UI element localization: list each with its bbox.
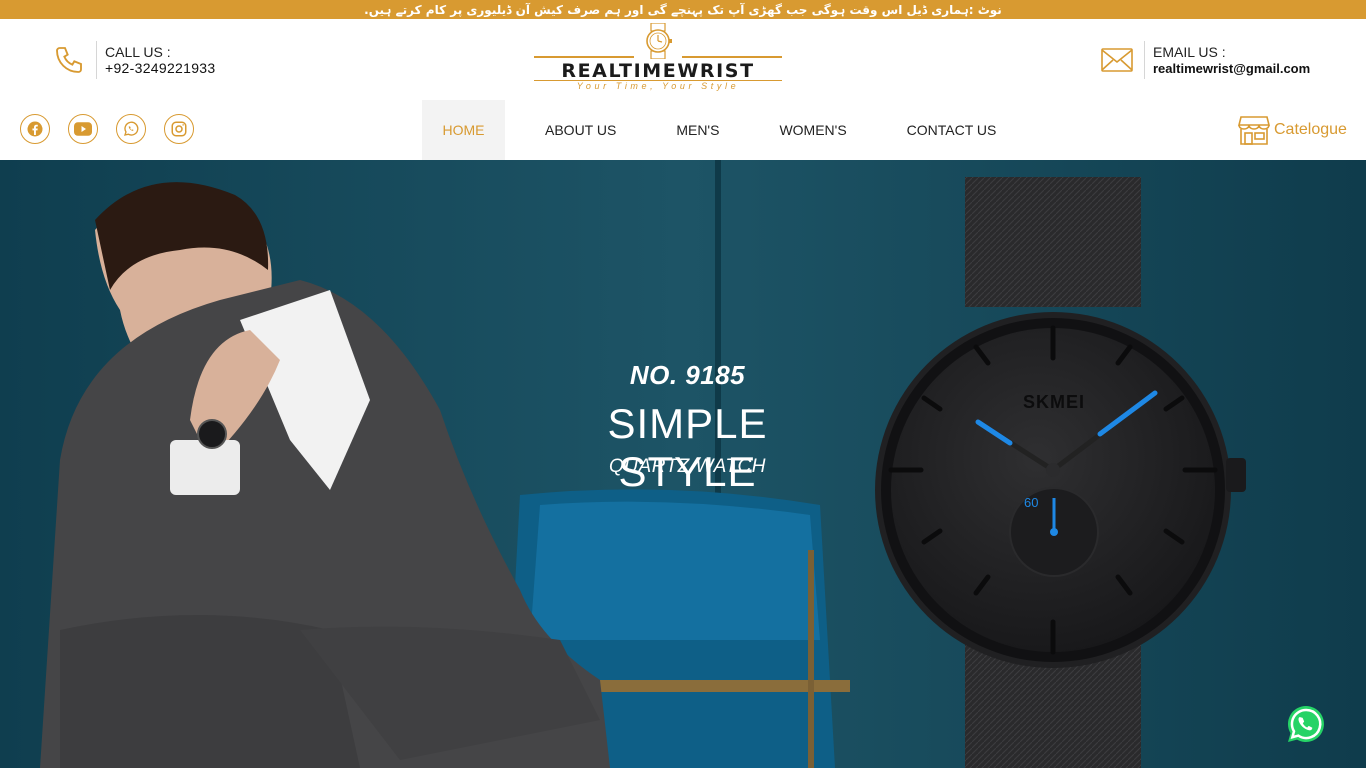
logo-watch-icon (646, 23, 672, 59)
call-us-label: CALL US : (105, 43, 171, 60)
nav-contact-us[interactable]: CONTACT US (907, 100, 997, 160)
notice-text: نوٹ :ہماری ڈیل اس وقت ہوگی جب گھڑی آپ تک… (364, 3, 1002, 17)
youtube-icon (74, 122, 92, 136)
whatsapp-float-button[interactable] (1284, 702, 1328, 746)
notice-bar: نوٹ :ہماری ڈیل اس وقت ہوگی جب گھڑی آپ تک… (0, 0, 1366, 19)
facebook-icon (27, 121, 43, 137)
hero-banner[interactable]: SKMEI 60 NO. 9185 SIMPLE STYLE QUARTZ WA… (0, 160, 1366, 768)
hero-subline: QUARTZ WATCH (609, 456, 766, 477)
main-navbar: HOME ABOUT US MEN'S WOMEN'S CONTACT US C… (0, 100, 1366, 160)
whatsapp-float-icon (1287, 706, 1324, 742)
logo-tagline: Your Time, Your Style (576, 81, 740, 91)
subdial-label: 60 (1024, 495, 1039, 510)
whatsapp-icon (123, 121, 139, 136)
facebook-link[interactable] (20, 114, 50, 144)
nav-home[interactable]: HOME (422, 100, 505, 160)
divider (96, 41, 97, 79)
phone-icon (50, 41, 88, 79)
hero-model-number: NO. 9185 (629, 360, 746, 390)
nav-mens[interactable]: MEN'S (676, 100, 719, 160)
instagram-link[interactable] (164, 114, 194, 144)
top-header: CALL US : +92-3249221933 REALTIMEWRIST Y… (0, 19, 1366, 101)
whatsapp-link[interactable] (116, 114, 146, 144)
watch-brand-mark: SKMEI (1022, 392, 1085, 412)
logo-rule-left (534, 56, 634, 58)
logo-rule-right (682, 56, 782, 58)
catalogue-link[interactable]: Catelogue (1238, 114, 1347, 146)
store-icon (1238, 116, 1270, 145)
hero-headline: SIMPLE STYLE (607, 400, 768, 495)
divider (1144, 41, 1145, 79)
call-us-block[interactable]: CALL US : +92-3249221933 (50, 41, 215, 79)
instagram-icon (171, 121, 187, 137)
email-us-block[interactable]: EMAIL US : realtimewrist@gmail.com (1098, 41, 1310, 79)
email-us-label: EMAIL US : (1153, 43, 1226, 60)
main-menu: HOME ABOUT US MEN'S WOMEN'S CONTACT US (422, 100, 996, 160)
nav-about-us[interactable]: ABOUT US (545, 100, 616, 160)
youtube-link[interactable] (68, 114, 98, 144)
nav-womens[interactable]: WOMEN'S (779, 100, 846, 160)
site-logo[interactable]: REALTIMEWRIST Your Time, Your Style (530, 23, 786, 95)
email-address[interactable]: realtimewrist@gmail.com (1153, 60, 1310, 77)
phone-number[interactable]: +92-3249221933 (105, 60, 215, 77)
catalogue-label: Catelogue (1274, 121, 1347, 138)
envelope-icon (1098, 41, 1136, 79)
logo-brand-text: REALTIMEWRIST (561, 60, 755, 82)
